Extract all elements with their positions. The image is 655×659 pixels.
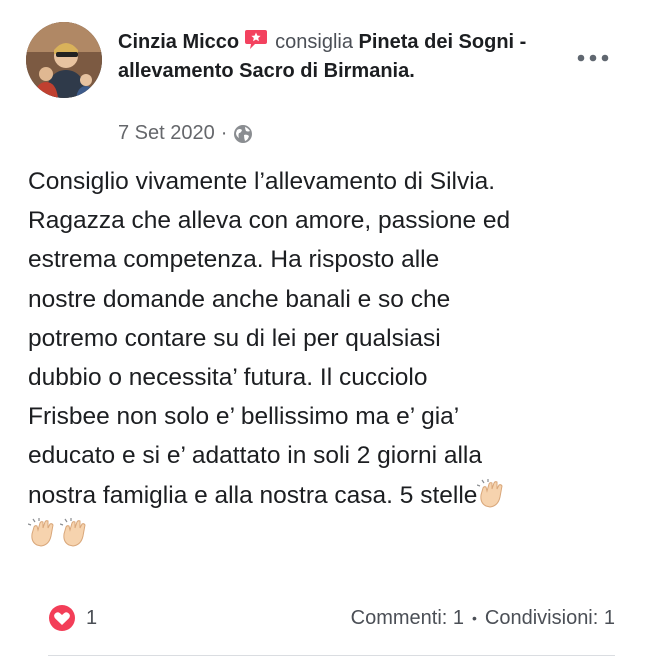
clapping-hands-icon: [28, 517, 54, 547]
post-body-line: dubbio o necessita’ futura. Il cucciolo: [28, 364, 428, 392]
page-name-suffix: .: [409, 60, 415, 82]
author-name[interactable]: Cinzia Micco: [118, 31, 239, 53]
post-header: Cinzia Micco consiglia Pineta dei Sogni …: [118, 28, 538, 86]
recommend-badge-icon: [245, 30, 268, 49]
clapping-hands-icon: [60, 517, 86, 547]
post-stats: Commenti: 1 • Condivisioni: 1: [351, 607, 615, 630]
post-body: Consiglio vivamente l’allevamento di Sil…: [28, 162, 633, 554]
post-body-line: potremo contare su di lei per qualsiasi: [28, 324, 441, 352]
meta-separator: ·: [220, 122, 228, 144]
recommend-verb: consiglia: [275, 31, 353, 53]
more-options-icon[interactable]: [575, 48, 611, 68]
globe-icon: [234, 124, 253, 143]
post-body-line-last: nostra famiglia e alla nostra casa. 5 st…: [28, 476, 633, 515]
stats-separator: •: [472, 610, 477, 626]
post-body-line: nostre domande anche banali e so che: [28, 285, 451, 313]
post-card: Cinzia Micco consiglia Pineta dei Sogni …: [0, 0, 655, 659]
love-reaction-icon: [49, 605, 75, 631]
comments-count[interactable]: Commenti: 1: [351, 607, 464, 630]
author-avatar[interactable]: [26, 22, 102, 98]
post-body-line: Consiglio vivamente l’allevamento di Sil…: [28, 168, 496, 195]
reaction-count: 1: [86, 606, 98, 629]
post-body-line: nostra famiglia e alla nostra casa. 5 st…: [28, 481, 478, 509]
avatar-photo: [26, 22, 102, 98]
post-date[interactable]: 7 Set 2020: [118, 122, 215, 145]
clapping-hands-icon: [477, 478, 503, 508]
emoji-row: [28, 515, 633, 554]
post-body-line: Frisbee non solo e’ bellissimo ma e’ gia…: [28, 403, 460, 431]
post-body-line: educato e si e’ adattato in soli 2 giorn…: [28, 442, 482, 470]
post-meta: 7 Set 2020 ·: [118, 122, 253, 145]
post-body-line: Ragazza che alleva con amore, passione e…: [28, 207, 511, 235]
footer-divider: [48, 655, 615, 656]
post-body-line: estrema competenza. Ha risposto alle: [28, 246, 440, 274]
shares-count[interactable]: Condivisioni: 1: [485, 607, 615, 630]
reactions-summary[interactable]: 1: [48, 604, 97, 632]
post-footer: 1 Commenti: 1 • Condivisioni: 1: [48, 600, 615, 636]
